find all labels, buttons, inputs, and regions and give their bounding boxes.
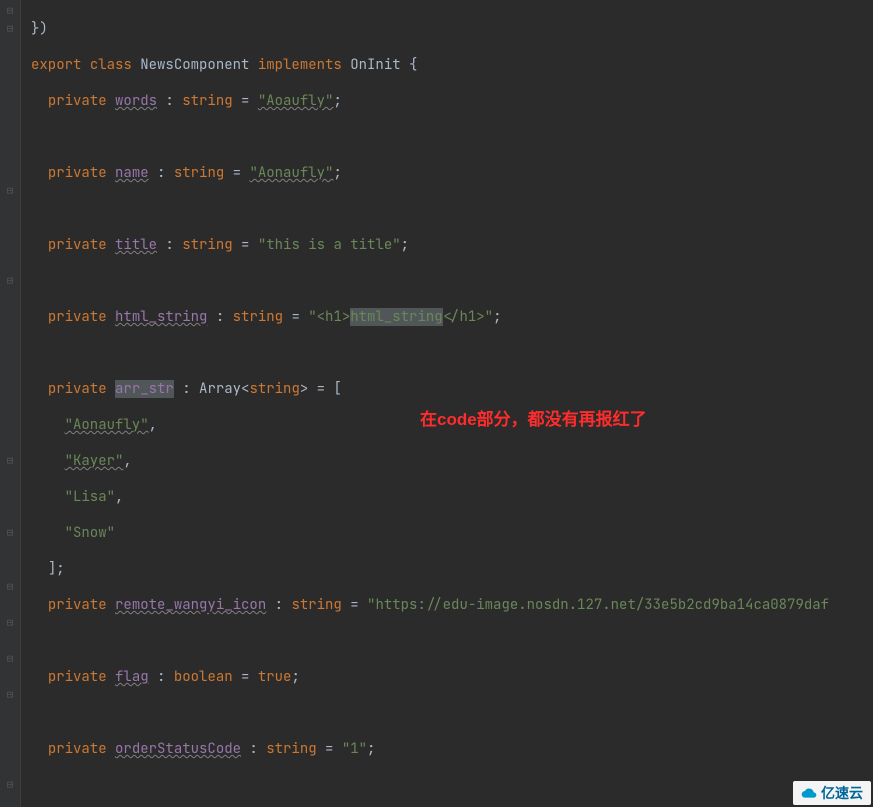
folding-gutter: ⊟ ⊟ ⊟ ⊟ ⊟ ⊟ ⊟ ⊟ ⊟ ⊟ ⊟ (0, 0, 21, 807)
fold-open-icon[interactable]: ⊟ (7, 182, 14, 200)
code-line: private words : string = "Aoaufly"; (31, 92, 873, 110)
code-line: "Lisa", (31, 488, 873, 506)
code-line (31, 776, 873, 794)
fold-open-icon[interactable]: ⊟ (7, 20, 14, 38)
code-line: ]; (31, 560, 873, 578)
fold-icon[interactable]: ⊟ (7, 524, 14, 542)
code-line: private remote_wangyi_icon : string = "h… (31, 596, 873, 614)
fold-icon[interactable]: ⊟ (7, 452, 14, 470)
code-line (31, 632, 873, 650)
fold-close-icon[interactable]: ⊟ (7, 776, 14, 794)
cloud-icon (801, 785, 817, 801)
code-line: "Aonaufly", (31, 416, 873, 434)
code-line: "Snow" (31, 524, 873, 542)
watermark: 亿速云 (793, 781, 871, 805)
code-line: "Kayer", (31, 452, 873, 470)
code-line: private arr_str : Array<string> = [ (31, 380, 873, 398)
code-area[interactable]: }) export class NewsComponent implements… (21, 0, 873, 807)
code-line (31, 272, 873, 290)
fold-close-icon[interactable]: ⊟ (7, 650, 14, 668)
fold-close-icon[interactable]: ⊟ (7, 272, 14, 290)
code-line: private name : string = "Aonaufly"; (31, 164, 873, 182)
watermark-text: 亿速云 (821, 784, 863, 802)
code-line (31, 128, 873, 146)
fold-close-icon[interactable]: ⊟ (7, 578, 14, 596)
code-line (31, 200, 873, 218)
fold-icon[interactable]: ⊟ (7, 614, 14, 632)
code-editor[interactable]: ⊟ ⊟ ⊟ ⊟ ⊟ ⊟ ⊟ ⊟ ⊟ ⊟ ⊟ }) export class Ne… (0, 0, 873, 807)
code-line: private flag : boolean = true; (31, 668, 873, 686)
fold-icon[interactable]: ⊟ (7, 686, 14, 704)
code-line (31, 704, 873, 722)
code-line: private title : string = "this is a titl… (31, 236, 873, 254)
code-line (31, 344, 873, 362)
code-line: private orderStatusCode : string = "1"; (31, 740, 873, 758)
code-line: export class NewsComponent implements On… (31, 56, 873, 74)
fold-close-icon[interactable]: ⊟ (7, 2, 14, 20)
code-line: private html_string : string = "<h1>html… (31, 308, 873, 326)
code-line: }) (31, 20, 873, 38)
